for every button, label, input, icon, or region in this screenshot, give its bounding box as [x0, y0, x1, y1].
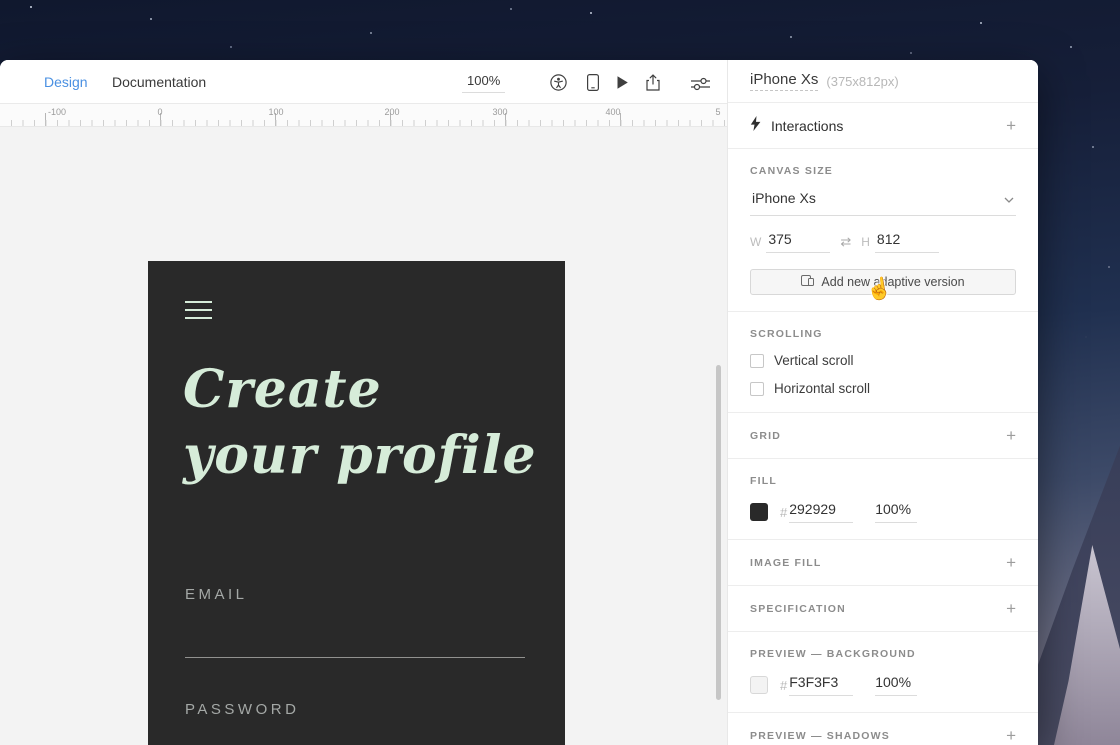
image-fill-row[interactable]: IMAGE FILL +	[728, 540, 1038, 586]
adaptive-version-label: Add new adaptive version	[821, 275, 965, 289]
fill-hash-symbol: #	[780, 504, 788, 520]
email-field-label[interactable]: EMAIL	[185, 586, 248, 603]
horizontal-scroll-checkbox[interactable]	[750, 381, 764, 396]
chevron-down-icon	[1004, 190, 1014, 206]
vertical-scroll-checkbox[interactable]	[750, 353, 764, 368]
artboard-heading[interactable]: Create your profile	[183, 357, 537, 489]
fill-color-row: # 292929 100%	[750, 501, 1016, 523]
scrolling-label: SCROLLING	[750, 328, 823, 340]
width-input[interactable]: 375	[766, 230, 831, 253]
fill-label: FILL	[750, 475, 777, 487]
vertical-scrollbar[interactable]	[716, 365, 721, 700]
hamburger-menu-icon[interactable]	[185, 301, 212, 325]
interactions-label: Interactions	[771, 117, 844, 134]
preview-background-label: PREVIEW — BACKGROUND	[750, 648, 916, 660]
add-specification-button[interactable]: +	[1006, 599, 1016, 619]
heading-line-2: your profile	[183, 425, 537, 486]
preview-shadows-row[interactable]: PREVIEW — SHADOWS +	[728, 713, 1038, 745]
device-preset-select[interactable]: iPhone Xs	[750, 179, 1016, 216]
grid-label: GRID	[750, 429, 782, 442]
settings-sliders-icon[interactable]	[690, 75, 710, 93]
tab-documentation[interactable]: Documentation	[112, 60, 206, 104]
add-preview-shadow-button[interactable]: +	[1006, 726, 1016, 745]
zoom-input[interactable]: 100%	[462, 71, 506, 93]
wallpaper-stars	[30, 6, 32, 8]
specification-row[interactable]: SPECIFICATION +	[728, 586, 1038, 632]
inspector-panel: iPhone Xs (375x812px) Interactions + CAN…	[727, 60, 1038, 745]
width-label: W	[750, 234, 762, 249]
accessibility-preview-icon[interactable]	[548, 73, 568, 91]
fill-section: FILL # 292929 100%	[728, 459, 1038, 540]
device-name[interactable]: iPhone Xs	[750, 71, 819, 91]
preview-background-color-row: # F3F3F3 100%	[750, 674, 1016, 696]
add-image-fill-button[interactable]: +	[1006, 553, 1016, 573]
lightning-bolt-icon	[750, 115, 761, 136]
ruler-label: -100	[47, 107, 67, 117]
ruler-label: 300	[492, 107, 508, 117]
dimensions-row: W 375 ⇄ H 812	[750, 230, 1016, 253]
export-share-icon[interactable]	[643, 73, 663, 91]
heading-line-1: Create	[183, 359, 382, 420]
ruler-label: 0	[157, 107, 163, 117]
email-field-underline	[185, 657, 525, 658]
specification-label: SPECIFICATION	[750, 602, 846, 615]
canvas-size-label: CANVAS SIZE	[750, 165, 834, 177]
grid-row[interactable]: GRID +	[728, 413, 1038, 459]
preview-opacity-input[interactable]: 100%	[875, 674, 918, 696]
device-size: (375x812px)	[826, 73, 899, 89]
adaptive-version-icon	[801, 275, 815, 289]
ruler-label: 100	[268, 107, 284, 117]
add-grid-button[interactable]: +	[1006, 426, 1016, 446]
app-window: Design Documentation 100% -100 0 100 200…	[0, 60, 1038, 745]
device-preset-value: iPhone Xs	[752, 190, 816, 206]
ruler-label: 200	[384, 107, 400, 117]
image-fill-label: IMAGE FILL	[750, 556, 822, 569]
horizontal-scroll-label: Horizontal scroll	[774, 381, 871, 396]
height-label: H	[861, 234, 870, 249]
play-prototype-icon[interactable]	[612, 73, 632, 91]
preview-background-section: PREVIEW — BACKGROUND # F3F3F3 100%	[728, 632, 1038, 713]
horizontal-scroll-option[interactable]: Horizontal scroll	[750, 381, 1016, 396]
add-adaptive-version-button[interactable]: Add new adaptive version	[750, 269, 1016, 295]
swap-dimensions-icon[interactable]: ⇄	[840, 234, 851, 250]
canvas-size-section: CANVAS SIZE iPhone Xs W 375 ⇄ H 812 Add …	[728, 149, 1038, 312]
ruler-label: 400	[605, 107, 621, 117]
preview-hex-input[interactable]: F3F3F3	[789, 674, 854, 696]
height-input[interactable]: 812	[874, 230, 939, 253]
add-interaction-button[interactable]: +	[1006, 116, 1016, 136]
vertical-scroll-option[interactable]: Vertical scroll	[750, 353, 1016, 368]
artboard-header: iPhone Xs (375x812px)	[728, 60, 1038, 103]
scrolling-section: SCROLLING Vertical scroll Horizontal scr…	[728, 312, 1038, 413]
interactions-row[interactable]: Interactions +	[728, 103, 1038, 149]
preview-background-swatch[interactable]	[750, 676, 768, 694]
artboard-iphone-xs[interactable]: Create your profile EMAIL PASSWORD	[148, 261, 565, 745]
preview-hash-symbol: #	[780, 677, 788, 693]
device-preview-icon[interactable]	[583, 73, 603, 91]
vertical-scroll-label: Vertical scroll	[774, 353, 854, 368]
fill-opacity-input[interactable]: 100%	[875, 501, 918, 523]
tab-design[interactable]: Design	[44, 60, 88, 104]
fill-color-swatch[interactable]	[750, 503, 768, 521]
fill-hex-input[interactable]: 292929	[789, 501, 854, 523]
password-field-label[interactable]: PASSWORD	[185, 701, 299, 718]
preview-shadows-label: PREVIEW — SHADOWS	[750, 730, 890, 742]
ruler-label: 5	[715, 107, 721, 117]
